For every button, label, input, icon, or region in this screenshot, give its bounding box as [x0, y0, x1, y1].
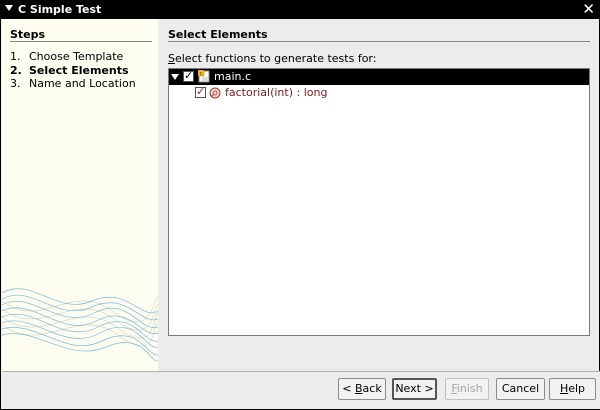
back-prefix: <	[342, 382, 355, 395]
step-item-select-elements: 2. Select Elements	[10, 64, 129, 77]
step-label: Select Elements	[29, 64, 129, 77]
help-mnemonic: H	[559, 382, 569, 395]
title-bar[interactable]: C Simple Test ✕	[1, 1, 599, 19]
step-item-choose-template: 1. Choose Template	[10, 50, 123, 63]
steps-header: Steps	[10, 28, 46, 41]
step-number: 3.	[10, 77, 21, 90]
step-item-name-and-location: 3. Name and Location	[10, 77, 136, 90]
instruction-mnemonic: S	[168, 52, 175, 65]
main-c-checkbox[interactable]: ✓	[183, 69, 194, 82]
help-rest: elp	[568, 382, 586, 395]
help-button[interactable]: Help	[549, 378, 596, 400]
decorative-waves-image	[2, 288, 158, 362]
factorial-checkbox[interactable]: ✓	[195, 85, 206, 98]
back-button[interactable]: < Back	[338, 378, 386, 400]
tree-row-main-c[interactable]: ✓ c main.c	[169, 69, 589, 85]
svg-text:c: c	[200, 71, 203, 77]
finish-rest: inish	[456, 382, 483, 395]
back-rest: ack	[362, 382, 382, 395]
elements-tree[interactable]: ✓ c main.c ✓ factorial(int): long	[168, 68, 590, 336]
main-panel: Select Elements Select functions to gene…	[158, 19, 599, 371]
step-number: 1.	[10, 50, 21, 63]
tree-row-factorial[interactable]: ✓ factorial(int) : long	[169, 85, 589, 101]
steps-divider	[10, 41, 152, 42]
dialog-window: C Simple Test ✕ Steps 1. Choose Template …	[0, 0, 600, 410]
cancel-button[interactable]: Cancel	[496, 378, 545, 400]
check-mark-icon: ✓	[184, 69, 194, 82]
check-mark-icon: ✓	[196, 85, 206, 98]
instruction-label: Select functions to generate tests for:	[168, 52, 376, 65]
panel-divider	[168, 41, 590, 42]
step-label: Name and Location	[29, 77, 136, 90]
panel-title: Select Elements	[168, 28, 268, 41]
close-icon[interactable]: ✕	[582, 1, 595, 18]
step-label: Choose Template	[29, 50, 124, 63]
instruction-text: elect functions to generate tests for:	[174, 52, 377, 65]
back-mnemonic: B	[355, 382, 363, 395]
steps-panel: Steps 1. Choose Template 2. Select Element…	[2, 19, 158, 371]
button-bar: < Back Next > Finish Cancel Help	[2, 372, 600, 409]
tree-label-main-c: main.c	[214, 70, 252, 83]
next-button[interactable]: Next >	[392, 378, 437, 400]
c-source-file-icon: c	[198, 70, 210, 83]
window-menu-icon[interactable]	[5, 5, 13, 11]
function-icon	[209, 87, 221, 99]
tree-label-factorial: factorial(int) : long	[225, 86, 328, 99]
step-number: 2.	[10, 64, 22, 77]
expand-toggle-icon[interactable]	[171, 74, 179, 80]
finish-button[interactable]: Finish	[445, 378, 489, 400]
window-title: C Simple Test	[18, 3, 102, 16]
